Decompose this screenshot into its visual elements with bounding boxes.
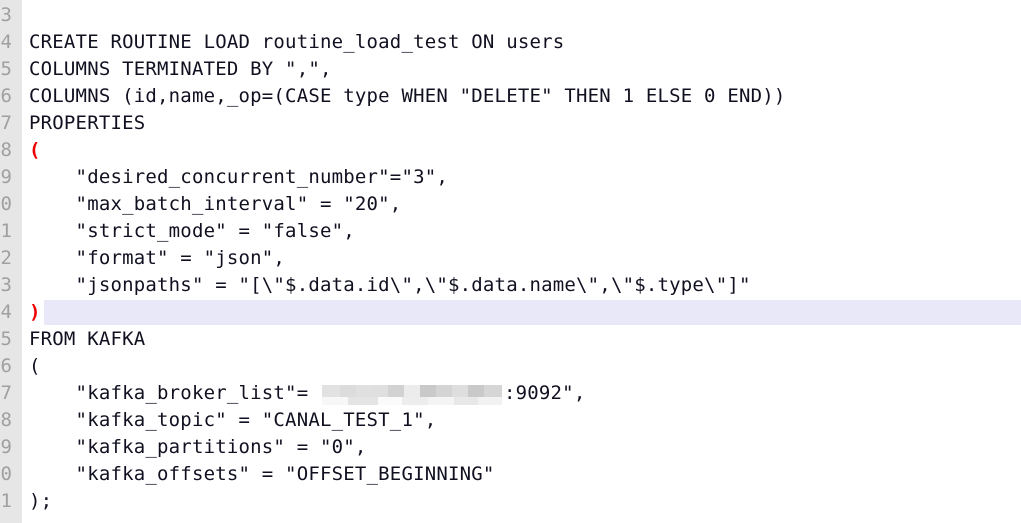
line-number: 29 (0, 436, 12, 458)
code-line[interactable]: FROM KAFKA (22, 326, 1021, 353)
code-line-text: "kafka_topic" = "CANAL_TEST_1", (29, 409, 437, 431)
code-line-text: "strict_mode" = "false", (29, 220, 355, 242)
line-number-column: 13 14 15 16 17 18 19 20 21 22 23 24 25 26 27 28 29 30 31 (0, 0, 22, 515)
redaction-block (377, 397, 402, 405)
code-line-text: ); (29, 490, 53, 512)
code-line[interactable]: "kafka_offsets" = "OFFSET_BEGINNING" (22, 461, 1021, 488)
code-line[interactable] (22, 2, 1021, 29)
line-number: 24 (0, 301, 12, 323)
code-text-segment: :9092", (503, 382, 586, 404)
code-content-area[interactable]: CREATE ROUTINE LOAD routine_load_test ON… (22, 0, 1021, 523)
code-line[interactable]: ( (22, 137, 1021, 164)
redaction-block (347, 397, 378, 405)
redacted-broker-host (321, 385, 502, 405)
redaction-block (427, 397, 454, 405)
code-line[interactable]: ); (22, 488, 1021, 515)
line-number: 28 (0, 409, 12, 431)
code-line-text: "kafka_partitions" = "0", (29, 436, 367, 458)
code-line[interactable]: COLUMNS TERMINATED BY ",", (22, 56, 1021, 83)
unmatched-bracket-token: ) (29, 301, 41, 323)
code-line-text: "max_batch_interval" = "20", (29, 193, 402, 215)
line-number: 20 (0, 193, 12, 215)
code-line-text: ( (29, 355, 41, 377)
line-number: 15 (0, 58, 12, 80)
redaction-block (401, 397, 428, 405)
code-line-text: COLUMNS TERMINATED BY ",", (29, 58, 332, 80)
code-line-text: ( (29, 139, 41, 161)
line-number: 18 (0, 139, 12, 161)
code-line[interactable]: "strict_mode" = "false", (22, 218, 1021, 245)
code-line-text: "format" = "json", (29, 247, 286, 269)
line-number: 14 (0, 31, 12, 53)
line-number: 13 (0, 4, 12, 26)
code-line-text: COLUMNS (id,name,_op=(CASE type WHEN "DE… (29, 85, 786, 107)
code-line[interactable]: CREATE ROUTINE LOAD routine_load_test ON… (22, 29, 1021, 56)
code-line[interactable]: COLUMNS (id,name,_op=(CASE type WHEN "DE… (22, 83, 1021, 110)
code-line[interactable]: ( (22, 353, 1021, 380)
code-line-text: ) (29, 301, 41, 323)
code-line-text: "jsonpaths" = "[\"$.data.id\",\"$.data.n… (29, 274, 751, 296)
code-line-current[interactable]: ) (22, 299, 1021, 326)
code-line-text: FROM KAFKA (29, 328, 146, 350)
code-line-text: PROPERTIES (29, 112, 146, 134)
code-line[interactable]: "kafka_topic" = "CANAL_TEST_1", (22, 407, 1021, 434)
code-editor[interactable]: 13 14 15 16 17 18 19 20 21 22 23 24 25 26 27 28 29 30 31 C… (0, 0, 1021, 523)
code-line[interactable]: "kafka_partitions" = "0", (22, 434, 1021, 461)
code-line[interactable]: PROPERTIES (22, 110, 1021, 137)
redaction-block (321, 397, 348, 405)
line-number: 30 (0, 463, 12, 485)
line-number: 25 (0, 328, 12, 350)
redaction-block (453, 397, 478, 405)
line-number: 19 (0, 166, 12, 188)
unmatched-bracket-token: ( (29, 139, 41, 161)
code-text-segment: "kafka_broker_list"= (29, 382, 320, 404)
line-number: 21 (0, 220, 12, 242)
code-line-text: CREATE ROUTINE LOAD routine_load_test ON… (29, 31, 565, 53)
line-number: 23 (0, 274, 12, 296)
code-line-text: "desired_concurrent_number"="3", (29, 166, 449, 188)
code-line[interactable]: "format" = "json", (22, 245, 1021, 272)
line-number: 22 (0, 247, 12, 269)
line-number: 31 (0, 490, 12, 512)
line-number: 17 (0, 112, 12, 134)
current-line-highlight (44, 300, 1021, 325)
code-line[interactable]: "max_batch_interval" = "20", (22, 191, 1021, 218)
line-number: 26 (0, 355, 12, 377)
code-line[interactable]: "kafka_broker_list"= :9092", (22, 380, 1021, 407)
code-line[interactable]: "desired_concurrent_number"="3", (22, 164, 1021, 191)
line-number: 16 (0, 85, 12, 107)
code-line[interactable]: "jsonpaths" = "[\"$.data.id\",\"$.data.n… (22, 272, 1021, 299)
code-line-text: "kafka_broker_list"= :9092", (29, 382, 586, 405)
line-number: 27 (0, 382, 12, 404)
redaction-block (477, 397, 502, 405)
code-line-text: "kafka_offsets" = "OFFSET_BEGINNING" (29, 463, 495, 485)
